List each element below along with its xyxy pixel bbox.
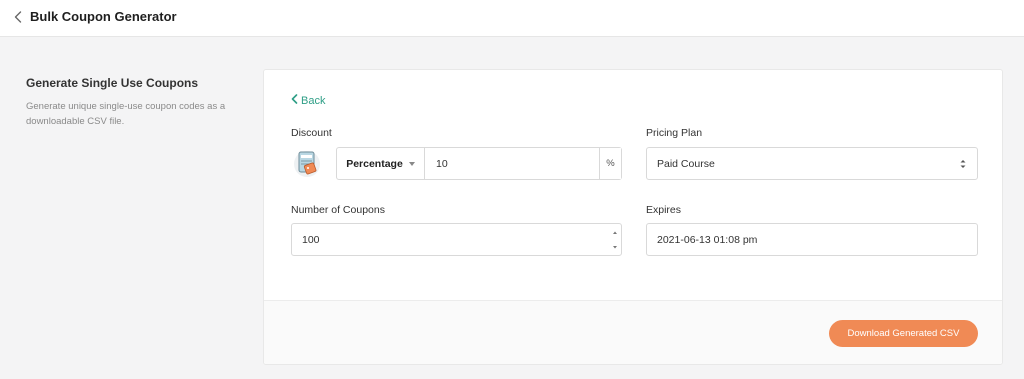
chevron-left-icon [291,94,298,107]
top-bar: Bulk Coupon Generator [0,0,1024,37]
discount-value-input[interactable]: 10 [425,148,599,179]
discount-label: Discount [291,127,332,139]
discount-input-group: Percentage 10 % [336,147,622,180]
back-link[interactable]: Back [291,94,325,107]
caret-down-icon [408,161,415,166]
quantity-stepper[interactable] [611,227,619,253]
section-title: Generate Single Use Coupons [26,76,199,90]
select-arrows-icon [959,158,967,170]
pricing-plan-select[interactable]: Paid Course [646,147,978,180]
expires-value: 2021-06-13 01:08 pm [657,234,758,246]
number-of-coupons-label: Number of Coupons [291,204,385,216]
section-description: Generate unique single-use coupon codes … [26,101,226,127]
chevron-left-icon[interactable] [12,9,24,25]
discount-type-select[interactable]: Percentage [337,148,425,179]
expires-label: Expires [646,204,682,216]
page-title: Bulk Coupon Generator [30,9,177,24]
pricing-plan-value: Paid Course [657,158,715,170]
coupon-form-card: Back Discount Percentage 10 % Pricing Pl… [263,69,1003,365]
back-link-label: Back [301,94,326,107]
pricing-plan-label: Pricing Plan [646,127,703,139]
discount-type-value: Percentage [346,157,403,170]
percent-suffix: % [599,148,621,179]
number-of-coupons-input[interactable]: 100 [291,223,622,256]
coupon-icon [292,147,322,179]
discount-value-text: 10 [436,157,448,170]
number-of-coupons-value: 100 [302,234,320,246]
expires-date-input[interactable]: 2021-06-13 01:08 pm [646,223,978,256]
download-csv-button[interactable]: Download Generated CSV [829,320,978,347]
